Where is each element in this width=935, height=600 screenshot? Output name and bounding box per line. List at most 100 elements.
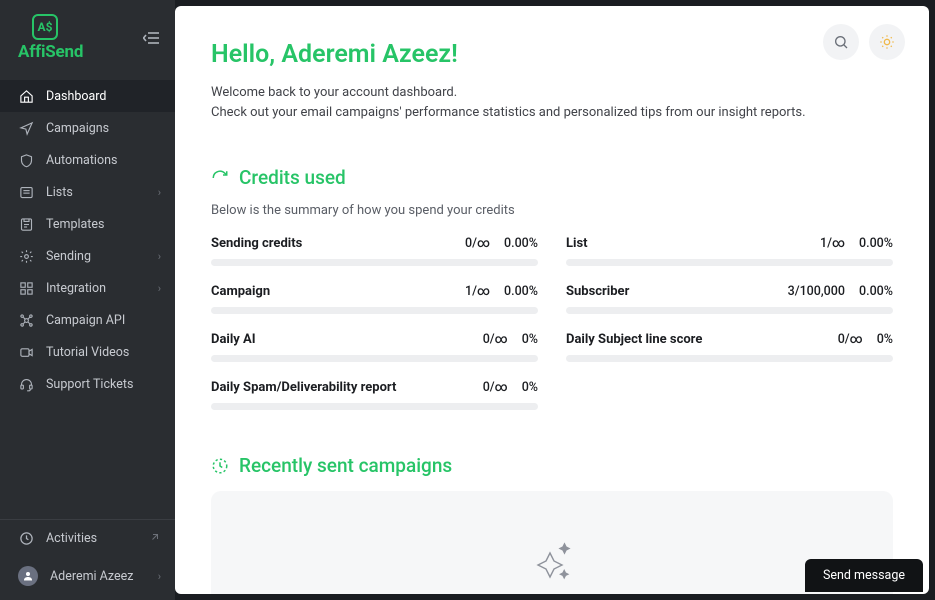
sidebar-item-support-tickets[interactable]: Support Tickets xyxy=(0,368,175,400)
credit-item: Daily Subject line score 0/∞ 0% xyxy=(566,332,893,362)
sidebar-item-tutorial-videos[interactable]: Tutorial Videos xyxy=(0,336,175,368)
credit-label: List xyxy=(566,236,588,251)
progress-bar xyxy=(211,403,538,410)
menu-collapse-icon xyxy=(143,31,161,45)
credit-ratio: 0/∞ xyxy=(838,332,863,347)
sidebar-item-campaign-api[interactable]: Campaign API xyxy=(0,304,175,336)
welcome-line-1: Welcome back to your account dashboard. xyxy=(211,85,457,100)
video-icon xyxy=(18,344,34,360)
sidebar-item-label: Support Tickets xyxy=(46,377,161,392)
credits-grid: Sending credits0/∞0.00%List1/∞0.00%Campa… xyxy=(211,236,893,410)
sidebar-item-label: Lists xyxy=(46,185,146,200)
chevron-right-icon: › xyxy=(158,250,161,263)
sun-icon xyxy=(879,34,895,50)
content: Hello, Aderemi Azeez! Welcome back to yo… xyxy=(175,6,929,594)
sidebar-item-dashboard[interactable]: Dashboard xyxy=(0,80,175,112)
credit-ratio: 0/∞ xyxy=(465,236,490,251)
sidebar-activities-label: Activities xyxy=(46,531,137,546)
clock-icon xyxy=(211,457,229,475)
sidebar-item-templates[interactable]: Templates xyxy=(0,208,175,240)
brand-logo-icon: A$ xyxy=(32,14,58,40)
credit-ratio: 3/100,000 xyxy=(788,284,845,299)
send-icon xyxy=(18,120,34,136)
credit-ratio: 0/∞ xyxy=(483,380,508,395)
search-button[interactable] xyxy=(823,24,859,60)
recent-title: Recently sent campaigns xyxy=(239,454,452,477)
credit-item: Campaign1/∞0.00% xyxy=(211,284,538,314)
chevron-right-icon: › xyxy=(158,186,161,199)
brand-logo-text: AffiSend xyxy=(18,42,83,62)
credit-percent: 0.00% xyxy=(859,284,893,299)
brand-logo[interactable]: A$ AffiSend xyxy=(18,14,83,62)
sidebar-collapse-button[interactable] xyxy=(141,27,163,49)
sidebar-item-lists[interactable]: Lists › xyxy=(0,176,175,208)
progress-bar xyxy=(211,355,538,362)
grid-icon xyxy=(18,280,34,296)
credits-subtitle: Below is the summary of how you spend yo… xyxy=(211,203,893,218)
recent-campaigns-section: Recently sent campaigns There are no sen… xyxy=(211,454,893,594)
sidebar-user[interactable]: Aderemi Azeez › xyxy=(0,556,175,596)
sidebar: A$ AffiSend DashboardCampaigns Automation… xyxy=(0,0,175,600)
credit-label: Daily AI xyxy=(211,332,256,347)
external-link-icon xyxy=(149,531,161,546)
clock-icon xyxy=(18,530,34,546)
refresh-icon xyxy=(211,169,229,187)
credit-ratio: 1/∞ xyxy=(820,236,845,251)
sidebar-item-integration[interactable]: Integration› xyxy=(0,272,175,304)
credit-label: Daily Subject line score xyxy=(566,332,702,347)
credit-label: Daily Spam/Deliverability report xyxy=(211,380,396,395)
credits-header: Credits used xyxy=(211,166,893,189)
credit-percent: 0% xyxy=(877,332,893,347)
welcome-line-2: Check out your email campaigns' performa… xyxy=(211,105,806,120)
credit-item: Sending credits0/∞0.00% xyxy=(211,236,538,266)
sidebar-user-name: Aderemi Azeez xyxy=(50,569,146,584)
sidebar-item-label: Automations xyxy=(46,153,161,168)
credit-percent: 0% xyxy=(522,380,538,395)
search-icon xyxy=(833,34,849,50)
credits-title: Credits used xyxy=(239,166,346,189)
recent-empty-card: There are no sent campaigns xyxy=(211,491,893,594)
credit-percent: 0.00% xyxy=(504,284,538,299)
credit-label: Campaign xyxy=(211,284,270,299)
credit-item: Daily AI 0/∞ 0% xyxy=(211,332,538,362)
credit-ratio: 0/∞ xyxy=(483,332,508,347)
progress-bar xyxy=(566,259,893,266)
sidebar-item-sending[interactable]: Sending › xyxy=(0,240,175,272)
sidebar-item-label: Tutorial Videos xyxy=(46,345,161,360)
credit-percent: 0.00% xyxy=(859,236,893,251)
gear-icon xyxy=(18,248,34,264)
credit-item: Subscriber 3/100,000 0.00% xyxy=(566,284,893,314)
shield-icon xyxy=(18,152,34,168)
topbar xyxy=(823,24,905,60)
credit-label: Sending credits xyxy=(211,236,302,251)
credit-percent: 0% xyxy=(522,332,538,347)
sidebar-item-label: Integration xyxy=(46,281,146,296)
home-icon xyxy=(18,88,34,104)
sidebar-item-label: Sending xyxy=(46,249,146,264)
sidebar-header: A$ AffiSend xyxy=(0,0,175,80)
sidebar-item-campaigns[interactable]: Campaigns xyxy=(0,112,175,144)
sidebar-footer: Activities Aderemi Azeez › xyxy=(0,519,175,600)
headset-icon xyxy=(18,376,34,392)
list-icon xyxy=(18,184,34,200)
sidebar-item-label: Templates xyxy=(46,217,161,232)
theme-toggle-button[interactable] xyxy=(869,24,905,60)
sidebar-nav: DashboardCampaigns Automations Lists › Templ… xyxy=(0,80,175,519)
credit-item: List 1/∞ 0.00% xyxy=(566,236,893,266)
template-icon xyxy=(18,216,34,232)
credit-label: Subscriber xyxy=(566,284,629,299)
sidebar-item-label: Campaign API xyxy=(46,313,161,328)
sidebar-activities[interactable]: Activities xyxy=(0,520,175,556)
progress-bar xyxy=(566,355,893,362)
progress-bar xyxy=(211,307,538,314)
credits-section: Credits used Below is the summary of how… xyxy=(211,166,893,410)
sidebar-item-automations[interactable]: Automations xyxy=(0,144,175,176)
avatar xyxy=(18,566,38,586)
chevron-right-icon: › xyxy=(158,570,161,583)
credit-item: Daily Spam/Deliverability report 0/∞ 0% xyxy=(211,380,538,410)
chat-send-message-button[interactable]: Send message xyxy=(805,559,923,592)
recent-header: Recently sent campaigns xyxy=(211,454,893,477)
api-icon xyxy=(18,312,34,328)
main-area: Hello, Aderemi Azeez! Welcome back to yo… xyxy=(175,6,929,594)
page-greeting: Hello, Aderemi Azeez! xyxy=(211,40,893,69)
